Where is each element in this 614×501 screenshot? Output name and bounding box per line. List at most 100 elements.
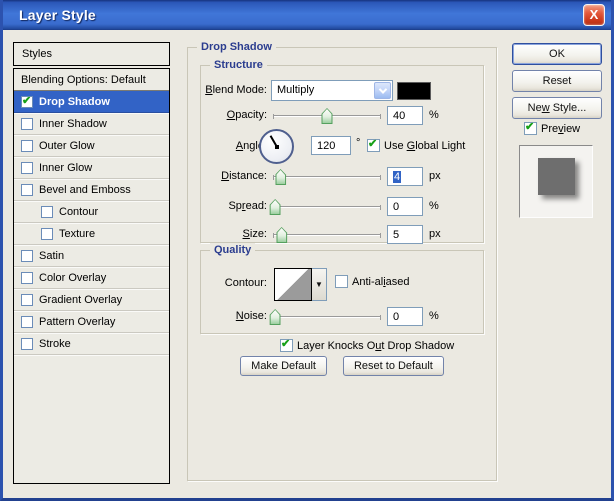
sidebar-item-texture[interactable]: ✔ Texture bbox=[14, 223, 169, 245]
effect-checkbox[interactable]: ✔ bbox=[21, 271, 33, 284]
layer-knockout-label: Layer Knocks Out Drop Shadow bbox=[297, 340, 455, 352]
sidebar-item-blending-options-default[interactable]: Blending Options: Default bbox=[14, 69, 169, 91]
reset-button[interactable]: Reset bbox=[512, 70, 602, 92]
sidebar-item-satin[interactable]: ✔ Satin bbox=[14, 245, 169, 267]
distance-slider[interactable] bbox=[273, 167, 381, 186]
structure-group-title: Structure bbox=[210, 58, 267, 72]
sidebar-item-pattern-overlay[interactable]: ✔ Pattern Overlay bbox=[14, 311, 169, 333]
window-title: Layer Style bbox=[19, 7, 96, 23]
use-global-light-checkbox[interactable]: ✔ bbox=[367, 138, 380, 152]
sidebar-item-outer-glow[interactable]: ✔ Outer Glow bbox=[14, 135, 169, 157]
title-bar[interactable]: Layer Style X bbox=[3, 0, 611, 30]
effect-label: Outer Glow bbox=[39, 139, 95, 152]
effect-label: Pattern Overlay bbox=[39, 315, 116, 328]
noise-slider[interactable] bbox=[269, 307, 381, 326]
sidebar-item-drop-shadow[interactable]: ✔ Drop Shadow bbox=[14, 91, 169, 113]
contour-label: Contour: bbox=[224, 277, 267, 289]
effect-checkbox[interactable]: ✔ bbox=[21, 139, 33, 152]
slider-track[interactable] bbox=[273, 205, 381, 210]
spread-label: Spread: bbox=[228, 200, 267, 212]
sidebar-item-gradient-overlay[interactable]: ✔ Gradient Overlay bbox=[14, 289, 169, 311]
angle-label: Angle: bbox=[235, 140, 267, 152]
drop-shadow-group-title: Drop Shadow bbox=[197, 40, 276, 54]
shadow-color-swatch[interactable] bbox=[397, 82, 431, 100]
slider-thumb[interactable] bbox=[276, 227, 288, 243]
effect-label: Contour bbox=[59, 205, 99, 218]
effect-checkbox[interactable]: ✔ bbox=[21, 315, 33, 328]
preview-square bbox=[538, 158, 575, 195]
dialog-body: Styles Blending Options: Default ✔ Drop Sh… bbox=[3, 30, 611, 498]
opacity-unit: % bbox=[429, 109, 439, 121]
noise-label: Noise: bbox=[235, 310, 267, 322]
preview-checkbox[interactable]: ✔ bbox=[524, 121, 537, 135]
sidebar-item-contour[interactable]: ✔ Contour bbox=[14, 201, 169, 223]
style-preview-thumbnail bbox=[519, 145, 593, 218]
sidebar-item-bevel-and-emboss[interactable]: ✔ Bevel and Emboss bbox=[14, 179, 169, 201]
quality-group: Quality Contour: ▼ ✔ Anti-aliased Noise:… bbox=[200, 243, 484, 334]
size-input[interactable]: 5 bbox=[387, 225, 423, 244]
effect-label: Texture bbox=[59, 227, 96, 240]
anti-aliased-label: Anti-aliased bbox=[352, 276, 410, 288]
opacity-input[interactable]: 40 bbox=[387, 106, 423, 125]
styles-list: Blending Options: Default ✔ Drop Shadow ✔ In… bbox=[13, 68, 170, 484]
angle-unit: ° bbox=[356, 137, 361, 149]
slider-track[interactable] bbox=[273, 315, 381, 320]
quality-group-title: Quality bbox=[210, 243, 256, 257]
make-default-button[interactable]: Make Default bbox=[240, 356, 327, 376]
close-icon[interactable]: X bbox=[583, 4, 605, 26]
angle-input[interactable]: 120 bbox=[311, 136, 351, 155]
slider-thumb[interactable] bbox=[275, 169, 287, 185]
effect-label: Blending Options: Default bbox=[21, 73, 146, 86]
effect-checkbox[interactable]: ✔ bbox=[41, 227, 53, 240]
noise-input[interactable]: 0 bbox=[387, 307, 423, 326]
contour-dropdown-icon[interactable]: ▼ bbox=[312, 268, 327, 301]
effect-checkbox[interactable]: ✔ bbox=[21, 293, 33, 306]
spread-input[interactable]: 0 bbox=[387, 197, 423, 216]
effect-checkbox[interactable]: ✔ bbox=[21, 183, 33, 196]
reset-to-default-button[interactable]: Reset to Default bbox=[342, 356, 444, 376]
size-slider[interactable] bbox=[273, 225, 381, 244]
new-style-button[interactable]: New Style... bbox=[512, 97, 602, 119]
effect-checkbox[interactable]: ✔ bbox=[21, 249, 33, 262]
effect-label: Color Overlay bbox=[39, 271, 107, 284]
sidebar-item-color-overlay[interactable]: ✔ Color Overlay bbox=[14, 267, 169, 289]
sidebar-item-stroke[interactable]: ✔ Stroke bbox=[14, 333, 169, 355]
preview-label: Preview bbox=[541, 123, 581, 135]
contour-picker[interactable] bbox=[274, 268, 312, 301]
effect-label: Drop Shadow bbox=[39, 95, 110, 108]
blend-mode-label: Blend Mode: bbox=[205, 84, 267, 96]
spread-slider[interactable] bbox=[269, 197, 381, 216]
effect-label: Satin bbox=[39, 249, 65, 262]
sidebar-item-inner-glow[interactable]: ✔ Inner Glow bbox=[14, 157, 169, 179]
layer-knockout-checkbox[interactable]: ✔ bbox=[280, 338, 293, 352]
chevron-down-icon[interactable] bbox=[374, 82, 391, 99]
slider-thumb[interactable] bbox=[269, 199, 281, 215]
structure-group: Structure Blend Mode: Multiply Opacity: … bbox=[200, 58, 484, 244]
effect-checkbox[interactable]: ✔ bbox=[21, 161, 33, 174]
effect-checkbox[interactable]: ✔ bbox=[21, 337, 33, 350]
use-global-light-label: Use Global Light bbox=[384, 140, 466, 152]
ok-button[interactable]: OK bbox=[512, 43, 602, 65]
slider-thumb[interactable] bbox=[269, 309, 281, 325]
sidebar-item-inner-shadow[interactable]: ✔ Inner Shadow bbox=[14, 113, 169, 135]
opacity-label: Opacity: bbox=[226, 109, 267, 121]
effect-label: Inner Shadow bbox=[39, 117, 107, 130]
slider-thumb[interactable] bbox=[321, 108, 333, 124]
opacity-slider[interactable] bbox=[273, 106, 381, 125]
slider-track[interactable] bbox=[273, 233, 381, 238]
blend-mode-select[interactable]: Multiply bbox=[271, 80, 393, 101]
effect-checkbox[interactable]: ✔ bbox=[21, 95, 33, 108]
layer-style-dialog: Layer Style X Styles Blending Options: D… bbox=[0, 0, 614, 501]
slider-track[interactable] bbox=[273, 175, 381, 180]
effect-checkbox[interactable]: ✔ bbox=[41, 205, 53, 218]
spread-unit: % bbox=[429, 200, 439, 212]
blend-mode-value: Multiply bbox=[277, 84, 315, 96]
size-label: Size: bbox=[242, 228, 267, 240]
effect-label: Stroke bbox=[39, 337, 71, 350]
angle-dial[interactable] bbox=[259, 129, 294, 164]
effect-checkbox[interactable]: ✔ bbox=[21, 117, 33, 130]
styles-panel-header[interactable]: Styles bbox=[13, 42, 170, 66]
default-buttons-row: Make Default Reset to Default bbox=[188, 356, 496, 376]
anti-aliased-checkbox[interactable]: ✔ bbox=[335, 275, 348, 288]
distance-input[interactable]: 4 bbox=[387, 167, 423, 186]
